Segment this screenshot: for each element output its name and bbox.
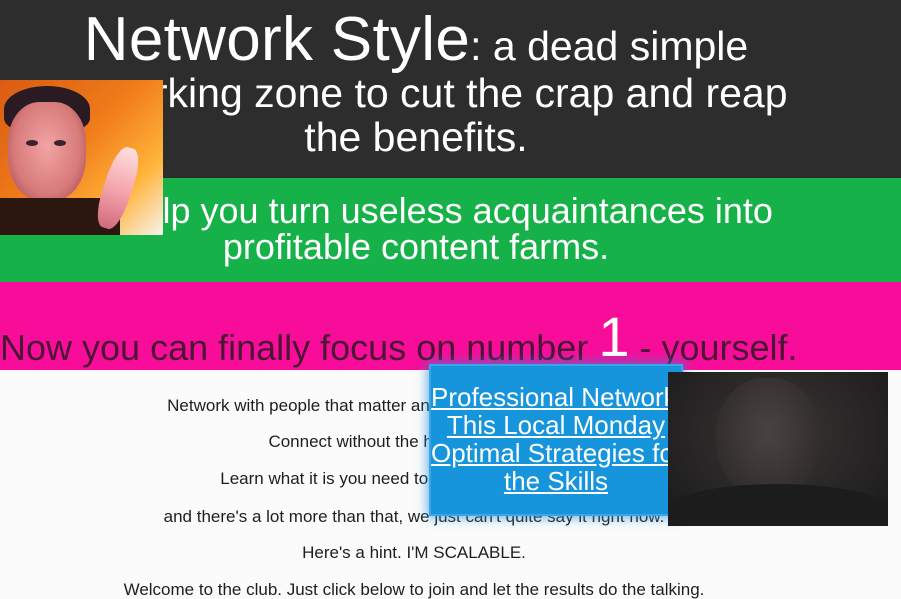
copy-line-6: Welcome to the club. Just click below to…	[123, 580, 705, 599]
focus-band: Now you can finally focus on number 1 - …	[0, 282, 901, 370]
webcam-overlay-icon	[668, 372, 888, 526]
focus-prefix: Now you can finally focus on number	[0, 327, 599, 368]
popup-link-3[interactable]: Optimal Strategies for	[431, 438, 681, 469]
focus-number: 1	[598, 305, 630, 368]
photo-face	[8, 102, 86, 202]
popup-link-4[interactable]: the Skills	[431, 466, 681, 497]
webcam-photo-icon	[0, 80, 163, 235]
link-popup: Professional Networking This Local Monda…	[429, 364, 683, 516]
page: Network Style: a dead simple networking …	[0, 0, 901, 599]
hero-title-rest: : a dead simple	[470, 23, 749, 69]
hero-title-line: Network Style: a dead simple	[0, 4, 832, 75]
overlay-shoulders	[668, 484, 888, 526]
photo-hand	[91, 143, 145, 233]
popup-link-2[interactable]: This Local Monday	[431, 410, 681, 441]
focus-suffix: - yourself.	[629, 327, 798, 368]
overlay-head	[716, 378, 820, 498]
popup-link-1[interactable]: Professional Networking	[431, 382, 681, 413]
hero-title: Network Style	[83, 5, 471, 74]
photo-eye-right	[54, 140, 66, 146]
photo-eye-left	[26, 140, 38, 146]
copy-line-5: Here's a hint. I'M SCALABLE.	[302, 543, 526, 562]
